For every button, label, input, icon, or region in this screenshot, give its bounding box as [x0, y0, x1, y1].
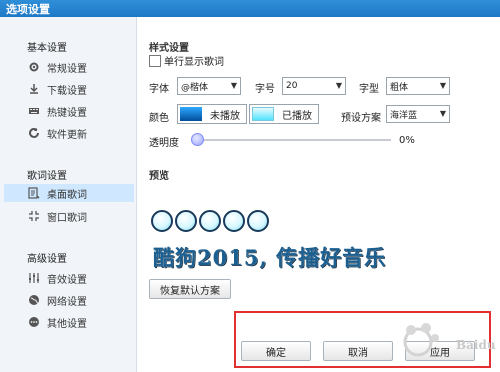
sidebar-item-label: 软件更新 [47, 129, 87, 141]
sidebar-item-general[interactable]: 常规设置 [0, 58, 136, 76]
color-label: 颜色 [149, 113, 169, 124]
window-lyrics-icon [27, 209, 41, 223]
keyboard-icon [27, 104, 41, 118]
size-label: 字号 [255, 84, 275, 95]
watermark-logo: Baidu [398, 316, 496, 364]
preview-circle [247, 210, 269, 232]
font-select[interactable]: @楷体 ▼ [177, 77, 241, 95]
more-icon [27, 315, 41, 329]
sidebar-item-label: 网络设置 [47, 296, 87, 308]
preview-progress-circles [151, 210, 271, 232]
sidebar-item-desktop-lyrics[interactable]: 桌面歌词 [4, 184, 134, 202]
sidebar-item-update[interactable]: 软件更新 [0, 124, 136, 142]
chevron-down-icon: ▼ [439, 109, 446, 118]
played-label: 已播放 [282, 110, 312, 122]
gear-icon [27, 60, 41, 74]
globe-icon [27, 293, 41, 307]
sidebar-item-hotkey[interactable]: 热键设置 [0, 102, 136, 120]
single-line-label: 单行显示歌词 [164, 57, 224, 68]
size-value: 20 [286, 81, 298, 91]
chevron-down-icon: ▼ [335, 81, 342, 90]
preview-circle [151, 210, 173, 232]
opacity-label: 透明度 [149, 138, 179, 149]
unplayed-color-button[interactable]: 未播放 [177, 104, 247, 124]
title-bar: 选项设置 [0, 0, 500, 17]
weight-label: 字型 [359, 84, 379, 95]
preview-circle [223, 210, 245, 232]
opacity-value: 0% [399, 135, 415, 146]
window-title: 选项设置 [6, 3, 50, 16]
chevron-down-icon: ▼ [439, 81, 446, 90]
preview-circle [175, 210, 197, 232]
scheme-value: 海洋蓝 [390, 110, 418, 121]
sidebar: 基本设置 常规设置 下载设置 热键设置 软件更新 歌词设置 桌面歌词 窗口歌词 … [0, 17, 137, 372]
font-value: @楷体 [181, 82, 209, 93]
weight-select[interactable]: 粗体 ▼ [386, 77, 450, 95]
sidebar-item-window-lyrics[interactable]: 窗口歌词 [0, 207, 136, 225]
font-label: 字体 [149, 84, 169, 95]
sidebar-item-network[interactable]: 网络设置 [0, 291, 136, 309]
style-settings-heading: 样式设置 [149, 43, 189, 54]
sidebar-item-label: 其他设置 [47, 318, 87, 330]
opacity-slider-thumb[interactable] [191, 133, 204, 146]
weight-value: 粗体 [390, 82, 409, 93]
played-color-swatch [252, 107, 274, 121]
download-icon [27, 82, 41, 96]
sidebar-item-sound[interactable]: 音效设置 [0, 269, 136, 287]
section-title-advanced: 高级设置 [27, 254, 67, 265]
desktop-lyrics-icon [27, 186, 41, 200]
sidebar-item-download[interactable]: 下载设置 [0, 80, 136, 98]
opacity-slider-track[interactable] [200, 139, 391, 141]
preview-heading: 预览 [149, 171, 169, 182]
refresh-icon [27, 126, 41, 140]
unplayed-color-swatch [180, 107, 202, 121]
sidebar-item-label: 下载设置 [47, 85, 87, 97]
equalizer-icon [27, 271, 41, 285]
sidebar-item-label: 音效设置 [47, 274, 87, 286]
played-color-button[interactable]: 已播放 [249, 104, 319, 124]
sidebar-item-other[interactable]: 其他设置 [0, 313, 136, 331]
section-title-lyrics: 歌词设置 [27, 171, 67, 182]
preview-lyric-text: 酷狗2015, 传播好音乐 [153, 245, 387, 270]
scheme-label: 预设方案 [341, 113, 381, 124]
size-select[interactable]: 20 ▼ [282, 77, 346, 95]
sidebar-item-label: 热键设置 [47, 107, 87, 119]
preview-circle [199, 210, 221, 232]
restore-default-button[interactable]: 恢复默认方案 [149, 279, 231, 299]
single-line-checkbox[interactable] [149, 55, 161, 67]
sidebar-item-label: 窗口歌词 [47, 212, 87, 224]
section-title-basic: 基本设置 [27, 43, 67, 54]
sidebar-item-label: 桌面歌词 [47, 189, 87, 201]
unplayed-label: 未播放 [210, 110, 240, 122]
sidebar-item-label: 常规设置 [47, 63, 87, 75]
scheme-select[interactable]: 海洋蓝 ▼ [386, 105, 450, 123]
chevron-down-icon: ▼ [230, 81, 237, 90]
